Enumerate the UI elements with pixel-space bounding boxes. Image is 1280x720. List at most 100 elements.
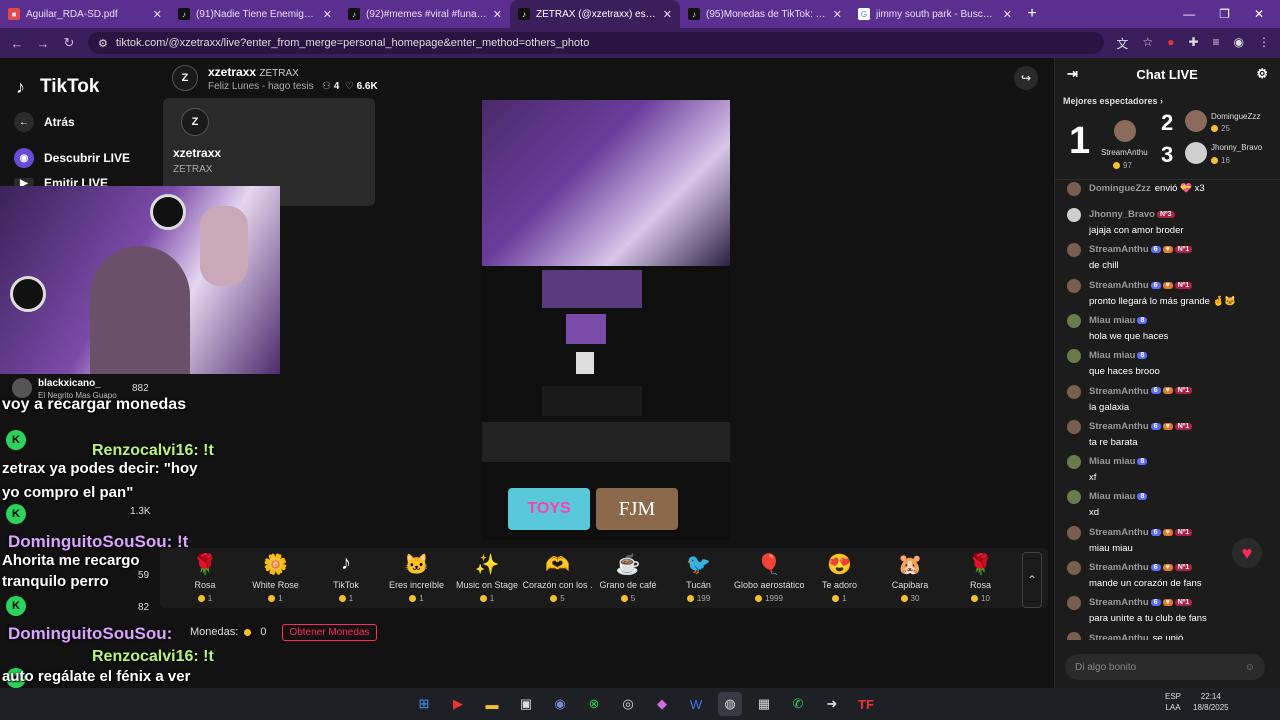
gift-item[interactable]: ✨ Music on Stage 1	[452, 552, 522, 603]
gift-item[interactable]: 🌹 Rosa 1	[170, 552, 240, 603]
chat-avatar[interactable]	[1067, 384, 1081, 399]
file-explorer-icon[interactable]: ▬	[480, 692, 504, 716]
xbox-icon[interactable]: ⊗	[582, 692, 606, 716]
chat-username[interactable]: StreamAnthu	[1089, 421, 1149, 432]
gift-item[interactable]: 🐹 Capibara 30	[875, 552, 945, 603]
live-video[interactable]: TOYS FJM	[482, 100, 730, 540]
terminal-icon[interactable]: ▣	[514, 692, 538, 716]
close-tab-icon[interactable]: ✕	[153, 8, 162, 21]
chat-username-row[interactable]: StreamAnthu 6 ♥ Nº1	[1089, 244, 1193, 255]
chat-avatar[interactable]	[1067, 278, 1081, 293]
chat-username[interactable]: StreamAnthu	[1089, 633, 1149, 640]
top-viewer-name[interactable]: StreamAnthu	[1101, 148, 1148, 157]
top-viewer-name[interactable]: Jhonny_Bravo	[1211, 143, 1262, 152]
chat-username[interactable]: Miau miau	[1089, 491, 1135, 502]
browser-tab[interactable]: ■ Aguilar_RDA-SD.pdf ✕	[0, 0, 170, 28]
chat-avatar[interactable]	[1067, 455, 1081, 470]
chat-avatar[interactable]	[1067, 631, 1081, 640]
chat-username-row[interactable]: Miau miau 8	[1089, 491, 1148, 502]
browser-tab[interactable]: ♪ (95)Monedas de TikTok: compr ✕	[680, 0, 850, 28]
gift-item[interactable]: ♪ TikTok 1	[311, 552, 381, 603]
chat-username[interactable]: StreamAnthu	[1089, 280, 1149, 291]
browser-tab[interactable]: Gjimmy south park - Buscar con ✕	[850, 0, 1020, 28]
arrow-app-icon[interactable]: ➜	[820, 692, 844, 716]
chat-username-row[interactable]: Miau miau 8	[1089, 456, 1148, 467]
browser-tab[interactable]: ♪ (92)#memes #viral #funable | T ✕	[340, 0, 510, 28]
github-icon[interactable]: ◎	[616, 692, 640, 716]
chat-username[interactable]: Miau miau	[1089, 350, 1135, 361]
tiktok-logo[interactable]: ♪ TikTok	[16, 76, 99, 98]
discover-live-link[interactable]: ◉ Descubrir LIVE	[14, 148, 130, 168]
chat-avatar[interactable]	[1067, 349, 1081, 364]
close-tab-icon[interactable]: ✕	[493, 8, 502, 21]
top-viewer-name[interactable]: DomingueZzz	[1211, 112, 1260, 121]
chat-username[interactable]: StreamAnthu	[1089, 562, 1149, 573]
settings-gear-icon[interactable]: ⚙	[1256, 66, 1268, 82]
browser-tab[interactable]: ♪ (91)Nadie Tiene Enemigos - Me ✕	[170, 0, 340, 28]
forward-arrow-icon[interactable]: →	[36, 36, 50, 51]
chat-avatar[interactable]	[1067, 313, 1081, 328]
close-tab-icon[interactable]: ✕	[833, 8, 842, 21]
chat-username[interactable]: Jhonny_Bravo	[1089, 209, 1155, 220]
top-viewer-avatar[interactable]	[1185, 110, 1207, 132]
reload-icon[interactable]: ↻	[62, 35, 76, 51]
chat-username[interactable]: DomingueZzz	[1089, 183, 1151, 194]
chat-avatar[interactable]	[1067, 419, 1081, 434]
gift-item[interactable]: 🎈 Globo aerostático 1999	[734, 552, 804, 603]
top-viewer-avatar[interactable]	[1185, 142, 1207, 164]
chat-avatar[interactable]	[1067, 208, 1081, 222]
streamer-username[interactable]: xzetraxx	[208, 65, 256, 79]
streamer-avatar[interactable]: Z	[172, 65, 198, 91]
chat-username-row[interactable]: StreamAnthu 6 ♥ Nº1	[1089, 421, 1193, 432]
clock[interactable]: 22:14 18/8/2025	[1193, 691, 1229, 713]
chat-username[interactable]: StreamAnthu	[1089, 527, 1149, 538]
app-tf-icon[interactable]: TF	[854, 692, 878, 716]
gift-item[interactable]: 🌹 Rosa 10	[946, 552, 1016, 603]
chat-avatar[interactable]	[1067, 596, 1081, 611]
browser-tab[interactable]: ♪ ZETRAX (@xzetraxx) está LIVE ✕	[510, 0, 680, 28]
close-window-icon[interactable]: ✕	[1254, 7, 1264, 21]
discord-icon[interactable]: ◉	[548, 692, 572, 716]
whatsapp-icon[interactable]: ✆	[786, 692, 810, 716]
translate-icon[interactable]: 文	[1116, 35, 1128, 52]
chevron-up-icon[interactable]: ⌃	[1022, 552, 1042, 608]
puzzle-icon[interactable]: ✚	[1188, 35, 1198, 52]
app-icon[interactable]: ◆	[650, 692, 674, 716]
gift-item[interactable]: 🫶 Corazón con los ... 5	[523, 552, 593, 603]
chat-username-row[interactable]: Jhonny_Bravo Nº3	[1089, 209, 1175, 220]
chat-username-row[interactable]: StreamAnthu 6 ♥ Nº1	[1089, 527, 1193, 538]
chat-avatar[interactable]	[1067, 490, 1081, 505]
chat-username-row[interactable]: StreamAnthu se unió	[1089, 633, 1183, 640]
back-button[interactable]: ← Atrás	[14, 112, 75, 132]
menu-dots-icon[interactable]: ⋮	[1258, 35, 1270, 52]
site-info-icon[interactable]: ⚙	[98, 37, 108, 50]
extension-icon[interactable]: ●	[1167, 35, 1174, 52]
gift-item[interactable]: 🌼 White Rose 1	[241, 552, 311, 603]
windows-start-icon[interactable]: ⊞	[412, 692, 436, 716]
chat-username-row[interactable]: StreamAnthu 6 ♥ Nº1	[1089, 562, 1193, 573]
profile-icon[interactable]: ◉	[1234, 35, 1244, 52]
new-tab-button[interactable]: +	[1020, 5, 1044, 23]
hover-username[interactable]: xzetraxx	[173, 146, 365, 160]
chat-username[interactable]: StreamAnthu	[1089, 244, 1149, 255]
get-coins-button[interactable]: Obtener Monedas	[282, 623, 377, 641]
media-icon[interactable]: ≡	[1213, 35, 1220, 52]
close-tab-icon[interactable]: ✕	[663, 8, 672, 21]
share-icon[interactable]: ↪	[1014, 66, 1038, 90]
gift-item[interactable]: ☕ Grano de café 5	[593, 552, 663, 603]
fan-heart-icon[interactable]: ♥	[1232, 538, 1262, 568]
maximize-icon[interactable]: ❐	[1219, 7, 1230, 21]
word-icon[interactable]: W	[684, 692, 708, 716]
chat-avatar[interactable]	[1067, 243, 1081, 258]
hover-avatar[interactable]: Z	[181, 108, 209, 136]
chat-username-row[interactable]: StreamAnthu 6 ♥ Nº1	[1089, 280, 1193, 291]
top-viewers-title[interactable]: Mejores espectadores ›	[1063, 96, 1163, 106]
media-player-icon[interactable]: ▶	[446, 692, 470, 716]
chat-username-row[interactable]: DomingueZzz envió 💝 x3	[1089, 183, 1205, 194]
chat-username[interactable]: StreamAnthu	[1089, 597, 1149, 608]
close-tab-icon[interactable]: ✕	[323, 8, 332, 21]
emoji-icon[interactable]: ☺	[1245, 662, 1255, 673]
url-field[interactable]: ⚙ tiktok.com/@xzetraxx/live?enter_from_m…	[88, 32, 1105, 54]
minimize-icon[interactable]: —	[1183, 7, 1195, 21]
chat-username-row[interactable]: Miau miau 8	[1089, 350, 1148, 361]
